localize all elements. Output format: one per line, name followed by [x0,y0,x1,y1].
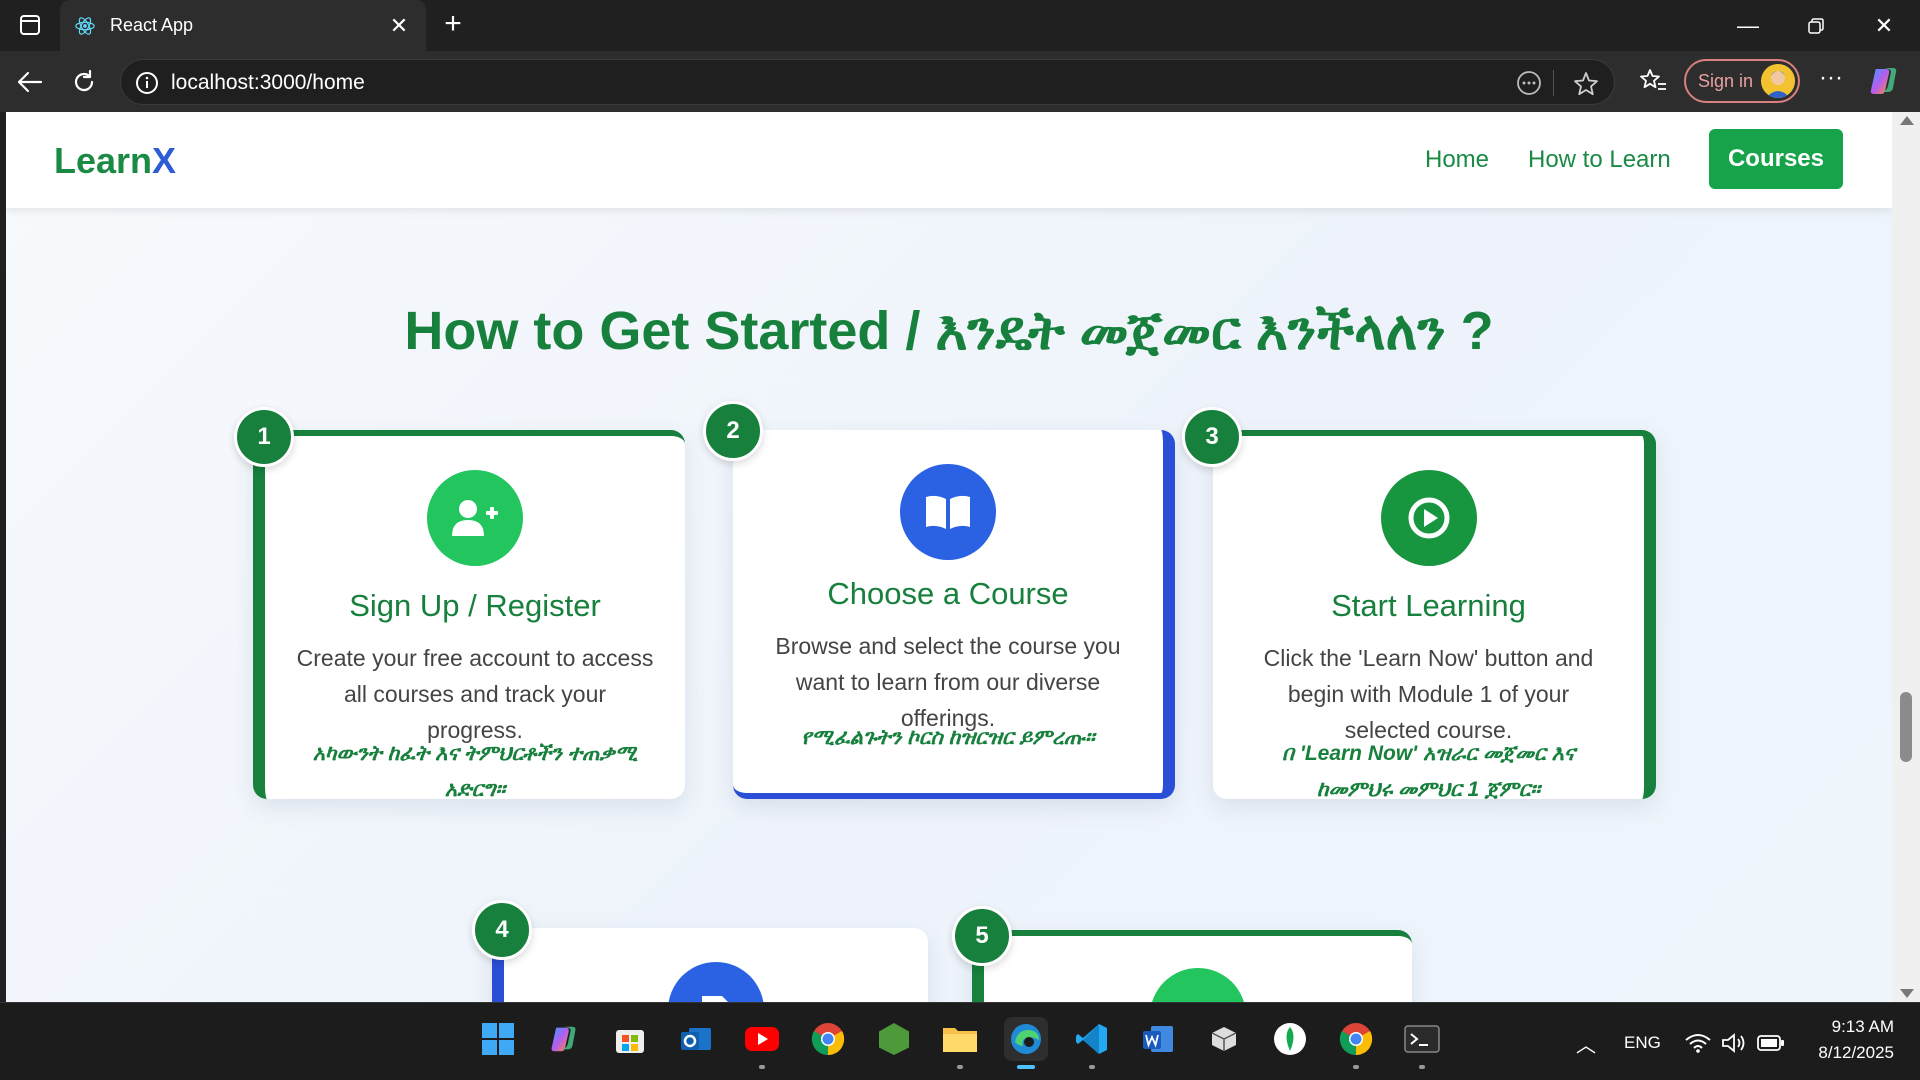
taskbar-running-indicator [759,1065,765,1069]
mongodb-icon[interactable] [1268,1017,1312,1061]
outlook-icon[interactable] [674,1017,718,1061]
vscode-icon[interactable] [1070,1017,1114,1069]
taskbar-running-indicator [1353,1065,1359,1069]
clock-time[interactable]: 9:13 AM [1812,1017,1894,1037]
browser-toolbar: localhost:3000/home Sign in ··· [0,51,1920,112]
step-amharic-text: አካውንት ከፈት እና ትምህርቶችን ተጠቃሚ አድርግ። [312,742,638,801]
step-amharic-text: የሚፈልጉትን ኮርስ ከዝርዝር ይምረጡ። [801,726,1095,749]
new-tab-button[interactable]: + [436,8,470,42]
taskbar-active-indicator [1017,1065,1035,1069]
close-window-icon[interactable]: ✕ [1854,0,1914,51]
app-box-icon[interactable] [1202,1017,1246,1061]
show-hidden-icons-icon[interactable]: ︿ [1576,1029,1596,1058]
section-title: How to Get Started / እንዴት መጀመር እንችላለን ? [404,301,1494,361]
web-page: LearnX Home How to Learn Courses How to … [6,112,1892,1002]
scroll-down-arrow-icon[interactable] [1900,989,1914,998]
step-title: Choose a Course [827,576,1069,611]
react-icon [75,16,95,35]
terminal-icon[interactable] [1400,1017,1444,1069]
nav-home-link[interactable]: Home [1425,146,1489,174]
favorites-icon[interactable] [1636,64,1670,98]
back-arrow-icon[interactable] [11,63,49,101]
page-scrollbar[interactable] [1892,112,1920,1002]
more-options-icon[interactable]: ··· [1814,63,1848,97]
step-badge-1: 1 [234,407,294,467]
step-badge-4: 4 [472,900,532,960]
scrollbar-thumb[interactable] [1900,692,1912,762]
copilot-icon[interactable] [1866,63,1902,99]
step-badge-2: 2 [703,401,763,461]
microsoft-store-icon[interactable] [608,1017,652,1061]
windows-taskbar: ︿ ENG 9:13 AM 8/12/2025 [0,1002,1920,1080]
step-amharic-text: በ 'Learn Now' አዝራር መጀመር እና ከመምህሩ መምህር 1 … [1281,742,1576,801]
volume-icon[interactable] [1721,1032,1747,1054]
favorite-star-icon[interactable] [1572,70,1600,98]
book-open-icon [900,464,996,560]
step-badge-3: 3 [1182,407,1242,467]
address-bar-divider [1553,70,1554,96]
step-card-3: Start Learning Click the 'Learn Now' but… [1213,430,1656,801]
step-card-4 [492,928,928,1002]
wifi-icon[interactable] [1685,1033,1711,1053]
site-logo[interactable]: LearnX [54,140,176,182]
tab-actions-icon[interactable] [14,10,46,40]
browser-tab-active[interactable]: React App ✕ [60,0,426,51]
reader-mode-icon[interactable] [1516,70,1542,96]
word-icon[interactable] [1136,1017,1180,1061]
nav-how-to-learn-link[interactable]: How to Learn [1528,146,1671,174]
clock-date[interactable]: 8/12/2025 [1800,1043,1894,1063]
chrome-profile-icon[interactable] [1334,1017,1378,1069]
user-plus-icon [427,470,523,566]
file-explorer-icon[interactable] [938,1017,982,1069]
copilot-app-icon[interactable] [542,1017,586,1061]
chrome-icon[interactable] [806,1017,850,1061]
logo-accent: X [152,140,177,181]
taskbar-running-indicator [957,1065,963,1069]
site-header: LearnX Home How to Learn Courses [6,112,1892,208]
sign-in-label: Sign in [1698,70,1754,91]
step-card-5 [972,930,1412,1002]
battery-icon[interactable] [1757,1034,1785,1052]
restore-window-icon[interactable] [1786,0,1846,51]
logo-text: Learn [54,140,153,181]
edge-browser-icon[interactable] [1004,1017,1048,1069]
document-icon [668,962,764,1002]
scroll-up-arrow-icon[interactable] [1900,116,1914,125]
reload-icon[interactable] [65,63,103,101]
courses-button[interactable]: Courses [1709,129,1843,189]
avatar [1761,64,1795,98]
close-tab-icon[interactable]: ✕ [386,13,412,39]
sign-in-button[interactable]: Sign in [1684,59,1800,103]
url-text[interactable]: localhost:3000/home [171,71,365,95]
windows-start-icon[interactable] [476,1017,520,1061]
step-card-2: Choose a Course Browse and select the co… [733,430,1175,799]
step-card-1: Sign Up / Register Create your free acco… [253,430,685,801]
taskbar-running-indicator [1419,1065,1425,1069]
browser-tab-bar: React App ✕ + — ✕ [0,0,1920,51]
step-badge-5: 5 [952,906,1012,966]
play-circle-icon [1380,470,1477,566]
address-bar[interactable]: localhost:3000/home [120,59,1615,105]
info-icon[interactable] [135,71,159,95]
youtube-icon[interactable] [740,1017,784,1069]
certificate-icon [1150,968,1246,1002]
minimize-window-icon[interactable]: — [1718,0,1778,51]
step-title: Start Learning [1331,588,1526,623]
taskbar-running-indicator [1089,1065,1095,1069]
language-indicator[interactable]: ENG [1624,1033,1661,1053]
step-description: Create your free account to access all c… [296,645,654,743]
tab-title: React App [110,15,194,35]
nodejs-icon[interactable] [872,1017,916,1061]
step-description: Click the 'Learn Now' button and begin w… [1263,645,1594,743]
step-title: Sign Up / Register [349,588,601,623]
